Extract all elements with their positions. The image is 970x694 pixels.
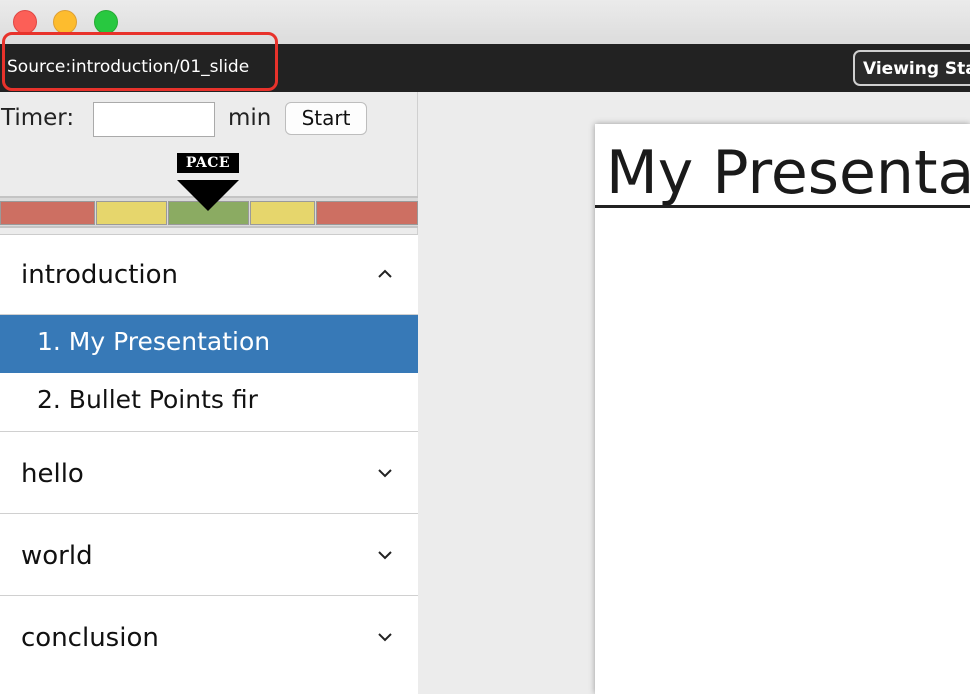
slide-item-label: 1. My Presentation	[37, 327, 271, 356]
section-header-hello[interactable]: hello	[0, 434, 418, 514]
slide-outline: introduction 1. My Presentation 2. Bulle…	[0, 234, 418, 694]
section-title: introduction	[21, 260, 179, 290]
section-title: world	[21, 541, 93, 571]
slide-item-bullet-points[interactable]: 2. Bullet Points fir	[0, 373, 418, 431]
timer-minutes-input[interactable]	[93, 102, 215, 137]
section-title: conclusion	[21, 623, 159, 653]
chevron-up-icon[interactable]	[375, 264, 395, 284]
timer-start-button[interactable]: Start	[285, 102, 367, 135]
chevron-down-icon[interactable]	[375, 463, 395, 483]
minimize-window-button[interactable]	[53, 10, 77, 34]
timer-unit-label: min	[228, 105, 272, 131]
slide-item-my-presentation[interactable]: 1. My Presentation	[0, 315, 418, 373]
pace-label: PACE	[177, 153, 239, 173]
zoom-window-button[interactable]	[94, 10, 118, 34]
pace-segment-red-right	[316, 201, 418, 225]
section-divider	[0, 431, 418, 432]
slide-title: My Presentat	[606, 138, 970, 208]
section-header-conclusion[interactable]: conclusion	[0, 598, 418, 678]
section-title: hello	[21, 459, 84, 489]
slide-title-underline	[595, 205, 970, 208]
close-window-button[interactable]	[13, 10, 37, 34]
slide-item-label: 2. Bullet Points fir	[37, 385, 258, 414]
slide-preview: My Presentat	[595, 124, 970, 694]
pace-segment-red-left	[0, 201, 95, 225]
source-highlight-outline	[2, 32, 278, 91]
sidebar: Timer: min Start PACE introduction 1. My…	[0, 92, 418, 694]
pace-segment-yellow-left	[96, 201, 167, 225]
chevron-down-icon[interactable]	[375, 627, 395, 647]
section-header-world[interactable]: world	[0, 516, 418, 596]
pace-indicator: PACE	[177, 153, 239, 211]
timer-label: Timer:	[1, 105, 75, 131]
toolbar: Source:introduction/01_slide Viewing Sta…	[0, 32, 970, 92]
chevron-down-icon[interactable]	[375, 545, 395, 565]
pace-arrow-icon	[177, 180, 239, 211]
section-header-introduction[interactable]: introduction	[0, 235, 418, 315]
viewing-stats-button[interactable]: Viewing Stat	[853, 50, 970, 86]
pace-segment-yellow-right	[250, 201, 315, 225]
